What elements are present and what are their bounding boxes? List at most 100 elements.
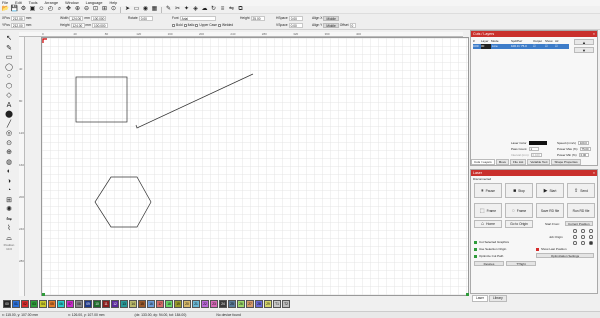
go-to-origin-button[interactable]: Go to Origin bbox=[505, 220, 533, 228]
tab-variable-text[interactable]: Variable Text bbox=[527, 159, 551, 165]
mirror-icon[interactable]: ⇋ bbox=[5, 216, 13, 224]
tools-icon[interactable]: ✂ bbox=[174, 6, 181, 13]
color-swatch-16[interactable]: 16 bbox=[147, 300, 155, 308]
select-icon[interactable]: ↖ bbox=[5, 35, 13, 43]
start-from-select[interactable]: Current Position bbox=[565, 221, 593, 226]
magic-icon[interactable]: ✦ bbox=[183, 6, 190, 13]
shapes-icon[interactable]: ◈ bbox=[192, 6, 199, 13]
move-up-icon[interactable]: ▲ bbox=[574, 39, 594, 45]
xpos-input[interactable]: 212.00 bbox=[10, 15, 25, 21]
layer-row[interactable]: C00 00 Line 100.0 / 75.0 ☑ ☑ ☑ bbox=[473, 44, 569, 49]
edit-nodes-icon[interactable]: ◇ bbox=[5, 92, 13, 100]
union-icon[interactable]: ◍ bbox=[5, 159, 13, 167]
color-swatch-09[interactable]: 09 bbox=[84, 300, 92, 308]
color-swatch-23[interactable]: 23 bbox=[210, 300, 218, 308]
grid-array-icon[interactable]: ⊞ bbox=[5, 197, 13, 205]
polygon-icon[interactable]: ⬡ bbox=[5, 83, 13, 91]
job-origin-radio-tc[interactable] bbox=[581, 229, 585, 233]
layer-air-checkbox[interactable]: ☑ bbox=[555, 44, 565, 49]
run-rd-button[interactable]: Run RD file bbox=[567, 203, 595, 218]
color-swatch-26[interactable]: 26 bbox=[237, 300, 245, 308]
tab-move[interactable]: Move bbox=[495, 159, 510, 165]
offset-input[interactable]: 0 bbox=[349, 22, 356, 28]
text-height-input[interactable]: 25.00 bbox=[250, 15, 265, 21]
wrench-icon[interactable]: ✎ bbox=[165, 6, 172, 13]
max-power-input[interactable]: 75.00 bbox=[579, 147, 591, 151]
color-swatch-01[interactable]: 01 bbox=[12, 300, 20, 308]
tab-cuts-layers[interactable]: Cuts / Layers bbox=[471, 159, 495, 165]
menu-help[interactable]: Help bbox=[109, 1, 117, 5]
zoom-selection-icon[interactable]: ⊙ bbox=[110, 6, 117, 13]
color-swatch-27[interactable]: 27 bbox=[246, 300, 254, 308]
zoom-in-icon[interactable]: ⊕ bbox=[74, 6, 81, 13]
rectangle-shape[interactable] bbox=[75, 76, 128, 123]
color-swatch-00[interactable]: 00 bbox=[3, 300, 11, 308]
pause-button[interactable]: ⏸ Pause bbox=[474, 183, 502, 198]
zoom-page-icon[interactable]: ⊞ bbox=[101, 6, 108, 13]
upper-case-checkbox[interactable] bbox=[195, 23, 199, 27]
close-path-icon[interactable]: ◔ bbox=[5, 187, 13, 195]
color-swatch-02[interactable]: 02 bbox=[21, 300, 29, 308]
align-x-select[interactable]: Middle bbox=[323, 15, 339, 21]
color-swatch-25[interactable]: 25 bbox=[228, 300, 236, 308]
optimize-cut-path-option[interactable]: Optimize Cut Path bbox=[474, 254, 503, 258]
color-swatch-21[interactable]: 21 bbox=[192, 300, 200, 308]
menu-arrange[interactable]: Arrange bbox=[45, 1, 59, 5]
frame-button[interactable]: ⬚ Frame bbox=[474, 203, 502, 218]
settings-icon[interactable]: ⚙ bbox=[20, 6, 27, 13]
color-swatch-17[interactable]: 17 bbox=[156, 300, 164, 308]
hspace-input[interactable]: 0.00 bbox=[288, 15, 303, 21]
subtract-icon[interactable]: ◐ bbox=[5, 168, 13, 176]
menu-language[interactable]: Language bbox=[86, 1, 103, 5]
smile-icon[interactable]: ☺ bbox=[38, 6, 45, 13]
use-selection-origin-option[interactable]: Use Selection Origin bbox=[474, 247, 506, 251]
position-icon[interactable]: ⬤ bbox=[5, 111, 13, 119]
tab-laser[interactable]: Laser bbox=[472, 295, 488, 302]
width-percent-input[interactable]: 100.000 bbox=[90, 15, 107, 21]
vspace-input[interactable]: 0.00 bbox=[288, 22, 303, 28]
weld-icon[interactable]: ⊙ bbox=[5, 140, 13, 148]
color-swatch-07[interactable]: 07 bbox=[66, 300, 74, 308]
start-button[interactable]: ▶ Start bbox=[536, 183, 564, 198]
stop-button[interactable]: ■ Stop bbox=[505, 183, 533, 198]
menu-file[interactable]: File bbox=[2, 1, 8, 5]
height-percent-input[interactable]: 100.000 bbox=[92, 22, 108, 28]
pass-count-input[interactable]: 1 bbox=[528, 147, 539, 151]
job-origin-radio-tr[interactable] bbox=[589, 229, 593, 233]
move-icon[interactable]: ✥ bbox=[65, 6, 72, 13]
color-swatch-28[interactable]: 28 bbox=[255, 300, 263, 308]
cloud-icon[interactable]: ☁ bbox=[201, 6, 208, 13]
tab-icon[interactable]: ⌓ bbox=[5, 235, 13, 243]
mirror-icon[interactable]: ⇋ bbox=[228, 6, 235, 13]
menu-tools[interactable]: Tools bbox=[29, 1, 38, 5]
color-swatch-29[interactable]: 29 bbox=[264, 300, 272, 308]
tab-shape-properties[interactable]: Shape Properties bbox=[551, 159, 581, 165]
grid-icon[interactable]: ▦ bbox=[151, 6, 158, 13]
save-icon[interactable]: 💾 bbox=[11, 6, 18, 13]
layer-show-checkbox[interactable]: ☑ bbox=[545, 44, 555, 49]
color-swatch-11[interactable]: 11 bbox=[102, 300, 110, 308]
optimization-settings-button[interactable]: Optimization Settings bbox=[536, 253, 594, 258]
devices-button[interactable]: Devices bbox=[474, 261, 504, 266]
tab-file-list[interactable]: File List bbox=[510, 159, 527, 165]
break-icon[interactable]: ⌇ bbox=[5, 225, 13, 233]
tab-library[interactable]: Library bbox=[488, 295, 507, 302]
min-power-input[interactable]: 0.00 bbox=[578, 153, 589, 157]
color-swatch-14[interactable]: 14 bbox=[129, 300, 137, 308]
zoom-fit-icon[interactable]: ⊡ bbox=[92, 6, 99, 13]
job-origin-radio-bl[interactable] bbox=[573, 241, 577, 245]
hexagon-shape[interactable] bbox=[94, 176, 152, 228]
color-swatch-19[interactable]: 19 bbox=[174, 300, 182, 308]
italic-checkbox[interactable] bbox=[183, 23, 187, 27]
show-last-position-option[interactable]: Show Last Position bbox=[536, 247, 567, 251]
job-origin-radio-br[interactable] bbox=[589, 241, 593, 245]
save-rd-button[interactable]: Save RD file bbox=[536, 203, 564, 218]
frame-circle-button[interactable]: ◌ Frame bbox=[505, 203, 533, 218]
color-swatch-10[interactable]: 10 bbox=[93, 300, 101, 308]
speed-input[interactable]: 100.0 bbox=[577, 141, 589, 145]
pointer-icon[interactable]: ➤ bbox=[124, 6, 131, 13]
job-origin-radio-bc[interactable] bbox=[581, 241, 585, 245]
rotate-input[interactable]: 0.00 bbox=[138, 15, 153, 21]
layer-output-checkbox[interactable]: ☑ bbox=[533, 44, 545, 49]
frame-icon[interactable]: ▣ bbox=[29, 6, 36, 13]
